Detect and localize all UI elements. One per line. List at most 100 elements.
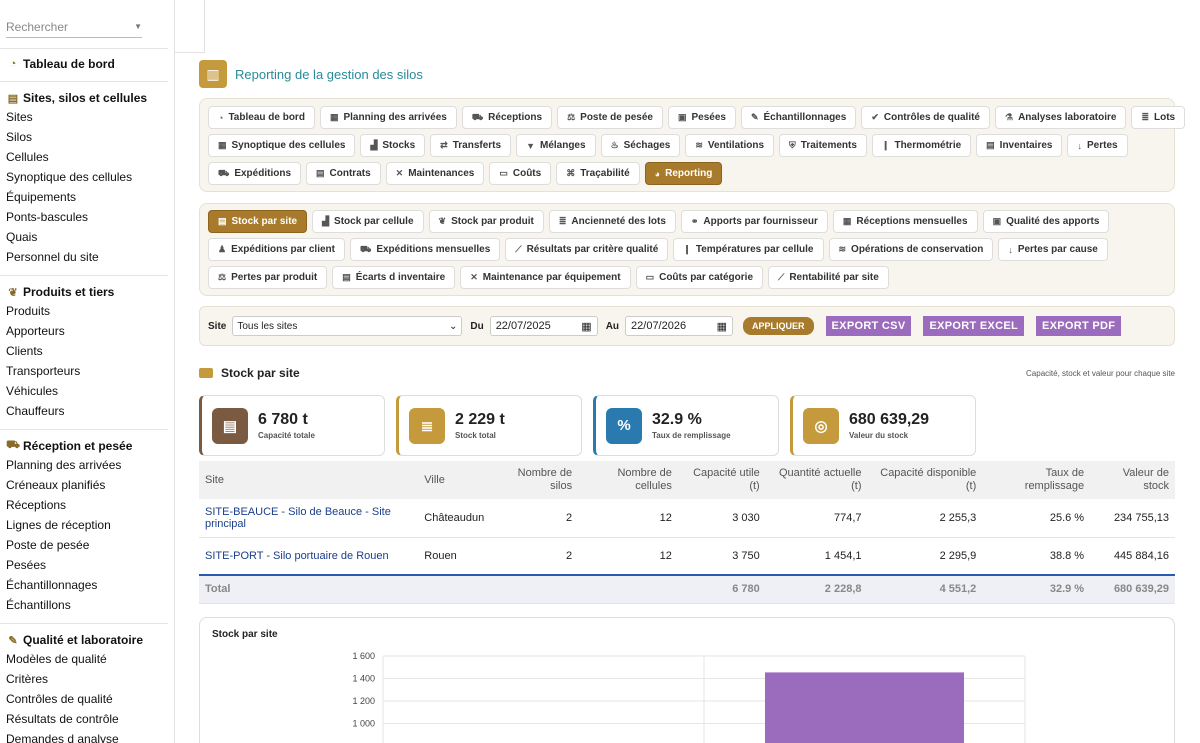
sidebar-item-silos[interactable]: Silos — [0, 127, 174, 147]
report-tab-receptions-mensuelles[interactable]: ▦ Réceptions mensuelles — [832, 210, 978, 233]
to-date-input[interactable]: 22/07/2026 ▦ — [625, 316, 734, 336]
module-tab-pertes[interactable]: ↓ Pertes — [1067, 134, 1128, 157]
sidebar-item-resultats[interactable]: Résultats de contrôle — [0, 709, 174, 729]
sidebar-item-echantillonnages[interactable]: Échantillonnages — [0, 575, 174, 595]
module-tab-synoptique[interactable]: ▦ Synoptique des cellules — [208, 134, 356, 157]
module-tab-reporting[interactable]: ◕ Reporting — [644, 162, 723, 185]
report-tab-pertes-cause[interactable]: ↓ Pertes par cause — [998, 238, 1108, 261]
report-tab-anciennete[interactable]: ≣ Ancienneté des lots — [548, 210, 676, 233]
report-tab-stock-par-produit[interactable]: ❦ Stock par produit — [428, 210, 544, 233]
report-tab-pertes-produit[interactable]: ⚖ Pertes par produit — [208, 266, 328, 289]
report-tab-qualite-apports[interactable]: ▣ Qualité des apports — [982, 210, 1110, 233]
sidebar-item-criteres[interactable]: Critères — [0, 669, 174, 689]
sidebar-item-echantillons[interactable]: Échantillons — [0, 595, 174, 615]
sidebar-item-planning[interactable]: Planning des arrivées — [0, 455, 174, 475]
col-quantite[interactable]: Quantité actuelle (t) — [765, 461, 868, 499]
report-tab-apports[interactable]: ⚭ Apports par fournisseur — [680, 210, 828, 233]
col-disponible[interactable]: Capacité disponible (t) — [867, 461, 983, 499]
sidebar-item-modeles[interactable]: Modèles de qualité — [0, 649, 174, 669]
col-ville[interactable]: Ville — [418, 461, 509, 499]
export-csv-button[interactable]: EXPORT CSV — [825, 316, 912, 336]
sidebar-section-qualite[interactable]: ✎ Qualité et laboratoire — [0, 631, 174, 649]
report-tab-expeditions-client[interactable]: ♟ Expéditions par client — [208, 238, 345, 261]
col-silos[interactable]: Nombre de silos — [508, 461, 579, 499]
sidebar-item-apporteurs[interactable]: Apporteurs — [0, 321, 174, 341]
report-tab-expeditions-mensuelles[interactable]: ⛟ Expéditions mensuelles — [350, 238, 501, 261]
module-tab-planning[interactable]: ▦ Planning des arrivées — [319, 106, 457, 129]
from-date-input[interactable]: 22/07/2025 ▦ — [489, 316, 598, 336]
sidebar-item-sites[interactable]: Sites — [0, 107, 174, 127]
sidebar-section-sites[interactable]: ▤ Sites, silos et cellules — [0, 89, 174, 107]
module-tab-stocks[interactable]: ▟ Stocks — [360, 134, 426, 157]
module-tab-pesees[interactable]: ▣ Pesées — [667, 106, 736, 129]
site-link[interactable]: SITE-PORT - Silo portuaire de Rouen — [199, 537, 419, 576]
sidebar-item-synoptique[interactable]: Synoptique des cellules — [0, 167, 174, 187]
module-tab-receptions[interactable]: ⛟ Réceptions — [461, 106, 553, 129]
sidebar-item-chauffeurs[interactable]: Chauffeurs — [0, 401, 174, 421]
module-tab-expeditions[interactable]: ⛟ Expéditions — [208, 162, 302, 185]
sidebar-item-receptions[interactable]: Réceptions — [0, 495, 174, 515]
module-tab-ventilations[interactable]: ≋ Ventilations — [685, 134, 775, 157]
search-input[interactable]: Rechercher ▼ — [6, 16, 142, 38]
report-tab-operations-conservation[interactable]: ≋ Opérations de conservation — [828, 238, 994, 261]
chart-bar[interactable] — [764, 672, 965, 743]
site-link[interactable]: SITE-BEAUCE - Silo de Beauce - Site prin… — [199, 499, 419, 538]
sidebar-item-clients[interactable]: Clients — [0, 341, 174, 361]
module-tab-melanges[interactable]: ▼ Mélanges — [516, 134, 596, 157]
module-tab-dashboard[interactable]: ◔ Tableau de bord — [208, 106, 315, 129]
module-tab-inventaires[interactable]: ▤ Inventaires — [976, 134, 1063, 157]
sidebar-item-vehicules[interactable]: Véhicules — [0, 381, 174, 401]
module-tab-poste-pesee[interactable]: ⚖ Poste de pesée — [557, 106, 663, 129]
module-tab-analyses[interactable]: ⚗ Analyses laboratoire — [994, 106, 1127, 129]
col-capacite[interactable]: Capacité utile (t) — [677, 461, 766, 499]
sidebar-item-demandes[interactable]: Demandes d analyse — [0, 729, 174, 743]
sidebar-item-ponts-bascules[interactable]: Ponts-bascules — [0, 207, 174, 227]
sidebar-item-personnel[interactable]: Personnel du site — [0, 247, 174, 267]
module-tab-echantillonnages[interactable]: ✎ Échantillonnages — [740, 106, 857, 129]
module-tab-contrats[interactable]: ▤ Contrats — [306, 162, 381, 185]
module-tab-transferts[interactable]: ⇄ Transferts — [430, 134, 512, 157]
module-tab-lots[interactable]: ≣ Lots — [1131, 106, 1186, 129]
sidebar-item-dashboard[interactable]: ◔ Tableau de bord — [0, 55, 174, 73]
sidebar-section-reception[interactable]: ⛟ Réception et pesée — [0, 437, 174, 455]
sidebar-item-pesees[interactable]: Pesées — [0, 555, 174, 575]
export-pdf-button[interactable]: EXPORT PDF — [1036, 316, 1122, 336]
report-tab-temperatures[interactable]: ❙ Températures par cellule — [673, 238, 824, 261]
report-tab-resultats-qualite[interactable]: ⟋ Résultats par critère qualité — [505, 238, 669, 261]
module-tab-controles[interactable]: ✔ Contrôles de qualité — [861, 106, 990, 129]
sidebar-item-produits[interactable]: Produits — [0, 301, 174, 321]
site-select[interactable]: Tous les sites ⌄ — [232, 316, 463, 336]
report-tab-rentabilite[interactable]: ⟋ Rentabilité par site — [768, 266, 889, 289]
module-tab-maintenances[interactable]: ✕ Maintenances — [385, 162, 485, 185]
chevron-down-icon[interactable]: ▼ — [134, 22, 142, 31]
report-tab-ecarts-inventaire[interactable]: ▤ Écarts d inventaire — [332, 266, 456, 289]
sidebar-item-creneaux[interactable]: Créneaux planifiés — [0, 475, 174, 495]
report-tab-stock-par-site[interactable]: ▤ Stock par site — [208, 210, 308, 233]
export-excel-button[interactable]: EXPORT EXCEL — [923, 316, 1025, 336]
col-valeur[interactable]: Valeur de stock — [1090, 461, 1175, 499]
module-tab-tracabilite[interactable]: ⌘ Traçabilité — [556, 162, 640, 185]
report-tab-couts-categorie[interactable]: ▭ Coûts par catégorie — [635, 266, 764, 289]
calendar-icon[interactable]: ▦ — [717, 320, 727, 333]
module-tab-thermometrie[interactable]: ❙ Thermométrie — [871, 134, 972, 157]
module-tab-couts[interactable]: ▭ Coûts — [489, 162, 552, 185]
module-tab-sechages[interactable]: ♨ Séchages — [600, 134, 681, 157]
col-cellules[interactable]: Nombre de cellules — [578, 461, 678, 499]
sidebar-section-produits[interactable]: ❦ Produits et tiers — [0, 283, 174, 301]
sidebar-item-cellules[interactable]: Cellules — [0, 147, 174, 167]
col-site[interactable]: Site — [199, 461, 419, 499]
module-tab-traitements[interactable]: ⛨ Traitements — [779, 134, 867, 157]
sidebar-item-transporteurs[interactable]: Transporteurs — [0, 361, 174, 381]
section-title: Stock par site — [221, 366, 300, 380]
sidebar-item-lignes[interactable]: Lignes de réception — [0, 515, 174, 535]
apply-button[interactable]: APPLIQUER — [743, 317, 814, 335]
sidebar-item-quais[interactable]: Quais — [0, 227, 174, 247]
sidebar-item-equipements[interactable]: Équipements — [0, 187, 174, 207]
sidebar-item-controles[interactable]: Contrôles de qualité — [0, 689, 174, 709]
calendar-icon[interactable]: ▦ — [581, 320, 591, 333]
sidebar-item-poste-pesee[interactable]: Poste de pesée — [0, 535, 174, 555]
report-tab-maintenance[interactable]: ✕ Maintenance par équipement — [460, 266, 631, 289]
tab-label: Maintenances — [408, 168, 475, 179]
report-tab-stock-par-cellule[interactable]: ▟ Stock par cellule — [312, 210, 424, 233]
col-taux[interactable]: Taux de remplissage — [982, 461, 1091, 499]
